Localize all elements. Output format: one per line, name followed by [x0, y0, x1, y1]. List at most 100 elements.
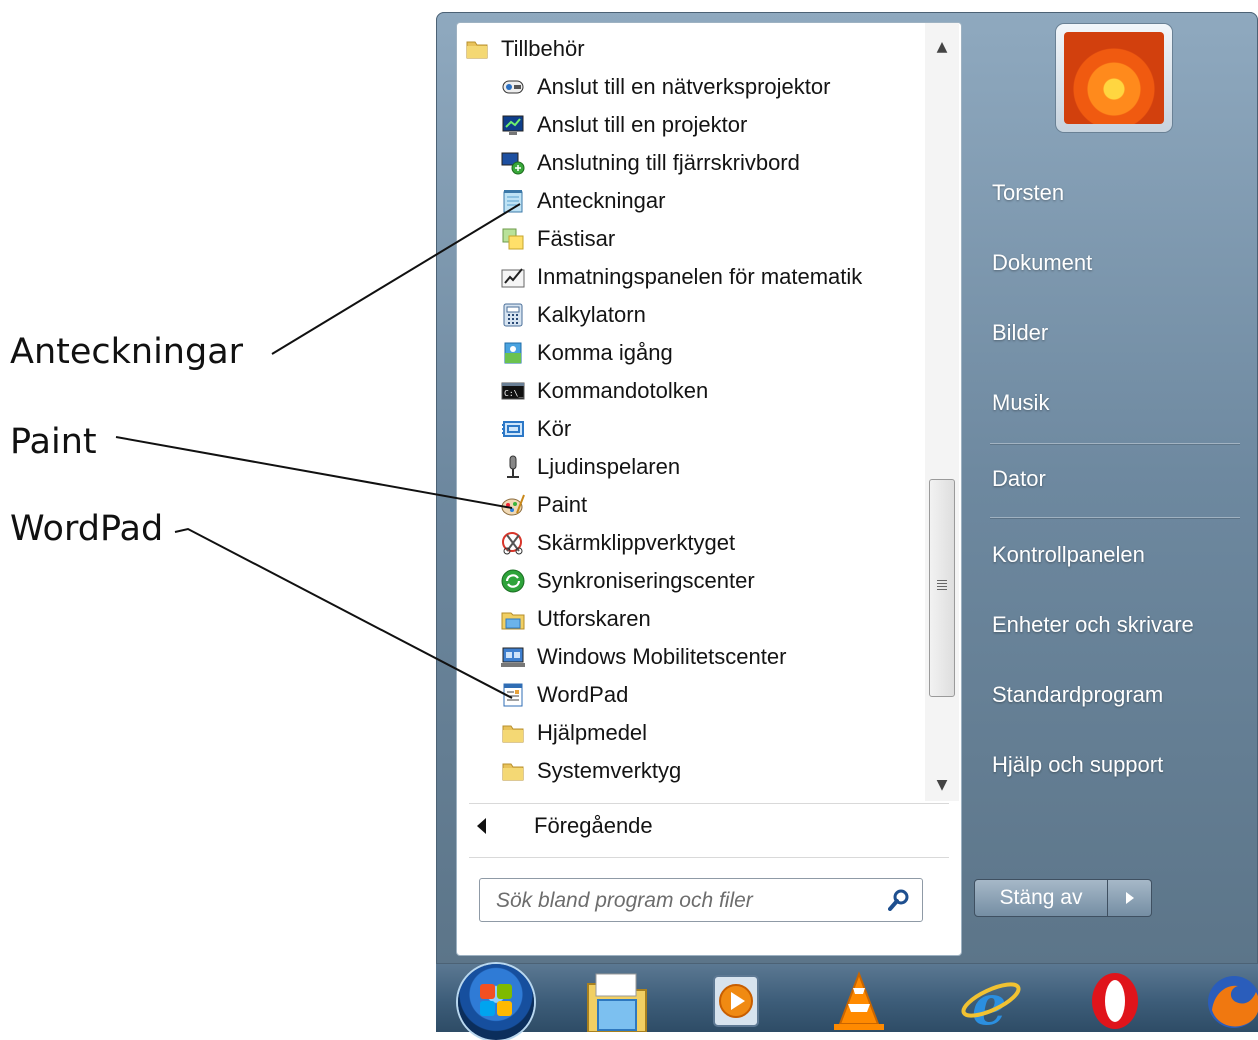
remote-desktop-icon — [501, 151, 525, 175]
list-item[interactable]: Windows Mobilitetscenter — [501, 639, 786, 675]
program-list: Tillbehör Anslut till en nätverksprojekt… — [457, 23, 927, 801]
file-explorer-icon[interactable] — [584, 970, 650, 1032]
list-item-label: Utforskaren — [537, 606, 651, 631]
run-icon — [501, 417, 525, 441]
menu-item-devices-printers[interactable]: Enheter och skrivare — [992, 612, 1194, 638]
list-item-label: Synkroniseringscenter — [537, 568, 755, 593]
list-item-label: Systemverktyg — [537, 758, 682, 783]
divider — [990, 443, 1240, 444]
list-item-label: Tillbehör — [501, 36, 585, 61]
internet-explorer-icon[interactable]: e — [958, 970, 1024, 1032]
list-item-folder[interactable]: Systemverktyg — [501, 753, 681, 789]
list-item[interactable]: WordPad — [501, 677, 628, 713]
list-item[interactable]: Utforskaren — [501, 601, 651, 637]
calculator-icon — [501, 303, 525, 327]
list-item-label: Kalkylatorn — [537, 302, 646, 327]
list-item[interactable]: Anslut till en nätverksprojektor — [501, 69, 830, 105]
callout-wordpad: WordPad — [10, 509, 164, 549]
command-prompt-icon: C:\_ — [501, 379, 525, 403]
network-projector-icon — [501, 75, 525, 99]
explorer-icon — [501, 607, 525, 631]
menu-item-control-panel[interactable]: Kontrollpanelen — [992, 542, 1145, 568]
menu-item-computer[interactable]: Dator — [992, 466, 1046, 492]
search-box[interactable] — [479, 878, 923, 922]
menu-item-help-support[interactable]: Hjälp och support — [992, 752, 1163, 778]
list-item[interactable]: Inmatningspanelen för matematik — [501, 259, 862, 295]
list-item[interactable]: Komma igång — [501, 335, 673, 371]
windows-logo-quadrant — [497, 984, 512, 999]
windows-logo-quadrant — [497, 1001, 512, 1016]
program-list-scrollbar[interactable]: ▲ ▼ — [925, 23, 959, 801]
getting-started-icon — [501, 341, 525, 365]
list-item[interactable]: Synkroniseringscenter — [501, 563, 755, 599]
list-item-label: Anslut till en projektor — [537, 112, 748, 137]
vlc-icon[interactable] — [826, 970, 892, 1032]
user-avatar[interactable] — [1056, 24, 1172, 132]
list-item-label: WordPad — [537, 682, 629, 707]
mobility-center-icon — [501, 645, 525, 669]
list-item[interactable]: Fästisar — [501, 221, 615, 257]
list-item[interactable]: Kör — [501, 411, 571, 447]
folder-icon — [501, 759, 525, 783]
list-item[interactable]: Paint — [501, 487, 587, 523]
programs-pane: Tillbehör Anslut till en nätverksprojekt… — [456, 22, 962, 956]
shutdown-options-button[interactable] — [1108, 879, 1152, 917]
divider — [990, 517, 1240, 518]
list-item[interactable]: Anslutning till fjärrskrivbord — [501, 145, 800, 181]
snipping-tool-icon — [501, 531, 525, 555]
math-input-icon — [501, 265, 525, 289]
paint-icon — [501, 493, 525, 517]
list-item[interactable]: Anteckningar — [501, 183, 665, 219]
divider — [469, 803, 949, 804]
list-item-label: Skärmklippverktyget — [537, 530, 736, 555]
svg-text:e: e — [972, 973, 1006, 1032]
list-item-label: Komma igång — [537, 340, 673, 365]
menu-item-pictures[interactable]: Bilder — [992, 320, 1048, 346]
start-orb-icon[interactable] — [458, 964, 534, 1040]
list-item[interactable]: Anslut till en projektor — [501, 107, 747, 143]
menu-item-default-programs[interactable]: Standardprogram — [992, 682, 1163, 708]
list-item-label: Anteckningar — [537, 188, 666, 213]
opera-icon[interactable] — [1082, 970, 1148, 1032]
menu-item-documents[interactable]: Dokument — [992, 250, 1092, 276]
shutdown-control: Stäng av — [974, 879, 1152, 917]
list-item[interactable]: Skärmklippverktyget — [501, 525, 735, 561]
shutdown-button[interactable]: Stäng av — [974, 879, 1108, 917]
back-arrow-icon — [477, 818, 486, 834]
sticky-notes-icon — [501, 227, 525, 251]
back-label: Föregående — [534, 813, 653, 838]
media-player-icon[interactable] — [706, 970, 772, 1032]
scroll-down-arrow-icon[interactable]: ▼ — [925, 769, 959, 801]
scrollbar-thumb[interactable] — [929, 479, 955, 697]
list-item-folder-tillbehor[interactable]: Tillbehör — [465, 31, 585, 67]
notepad-icon — [501, 189, 525, 213]
divider — [469, 857, 949, 858]
list-item[interactable]: Kalkylatorn — [501, 297, 646, 333]
list-item[interactable]: Ljudinspelaren — [501, 449, 680, 485]
list-item-label: Ljudinspelaren — [537, 454, 681, 479]
search-input[interactable] — [494, 885, 878, 917]
list-item-folder[interactable]: Hjälpmedel — [501, 715, 647, 751]
projector-icon — [501, 113, 525, 137]
search-icon[interactable] — [888, 889, 910, 911]
sync-center-icon — [501, 569, 525, 593]
list-item-label: Anslut till en nätverksprojektor — [537, 74, 831, 99]
svg-text:C:\_: C:\_ — [504, 389, 523, 398]
list-item-label: Windows Mobilitetscenter — [537, 644, 787, 669]
folder-icon — [501, 721, 525, 745]
list-item-label: Paint — [537, 492, 588, 517]
list-item[interactable]: C:\_ Kommandotolken — [501, 373, 708, 409]
back-button[interactable]: Föregående — [477, 808, 653, 844]
menu-item-music[interactable]: Musik — [992, 390, 1049, 416]
list-item-label: Fästisar — [537, 226, 616, 251]
menu-item-user[interactable]: Torsten — [992, 180, 1064, 206]
sound-recorder-icon — [501, 455, 525, 479]
wordpad-icon — [501, 683, 525, 707]
list-item-label: Anslutning till fjärrskrivbord — [537, 150, 800, 175]
callout-anteckningar: Anteckningar — [10, 332, 244, 372]
list-item-label: Hjälpmedel — [537, 720, 648, 745]
firefox-icon[interactable] — [1200, 970, 1258, 1032]
windows-logo-quadrant — [480, 1001, 495, 1016]
scroll-up-arrow-icon[interactable]: ▲ — [925, 31, 959, 63]
list-item-label: Kör — [537, 416, 572, 441]
